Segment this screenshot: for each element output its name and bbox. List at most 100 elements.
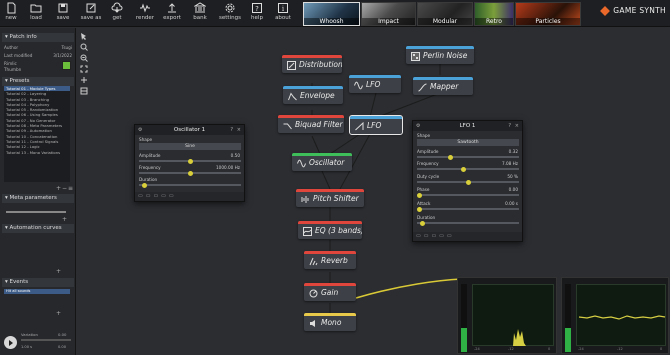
presets-menu-icon[interactable]: ≡ xyxy=(68,185,73,192)
gamesynth-app: new load save save as get render export xyxy=(0,0,670,355)
tab-impact-label: Impact xyxy=(362,18,415,25)
node-lfo-2[interactable]: LFO xyxy=(349,115,403,135)
modified-value: 3/1/2022 xyxy=(53,53,72,58)
node-eq-3-bands[interactable]: EQ (3 bands) xyxy=(298,221,362,239)
tab-retro[interactable]: Retro xyxy=(474,2,514,26)
reverb-icon xyxy=(309,257,318,266)
node-mono[interactable]: Mono xyxy=(304,313,356,331)
lfo-attack-label: Attack xyxy=(417,201,431,206)
help-icon[interactable]: ? xyxy=(230,125,233,135)
node-envelope[interactable]: Envelope xyxy=(283,86,343,104)
osc-duration-knob[interactable] xyxy=(141,182,147,188)
save-as-button[interactable]: save as xyxy=(78,1,104,26)
load-button[interactable]: load xyxy=(25,1,47,26)
tab-modular[interactable]: Modular xyxy=(417,2,473,26)
settings-button[interactable]: settings xyxy=(218,1,242,26)
help-icon[interactable]: ? xyxy=(508,121,511,131)
node-reverb[interactable]: Reverb xyxy=(304,251,356,269)
node-oscillator-label: Oscillator xyxy=(309,158,345,167)
presets-remove-icon[interactable]: − xyxy=(62,185,67,192)
tab-impact[interactable]: Impact xyxy=(361,2,416,26)
add-module-icon[interactable] xyxy=(80,76,88,84)
close-icon[interactable]: × xyxy=(237,125,241,135)
oscilloscope-graph xyxy=(578,315,666,320)
node-lfo-1[interactable]: LFO xyxy=(349,75,401,93)
osc-frequency-knob[interactable] xyxy=(187,170,193,176)
lfo-phase-knob[interactable] xyxy=(417,192,422,198)
about-button[interactable]: i about xyxy=(272,1,294,26)
variation-label: Variation xyxy=(21,332,38,337)
lfo-attack-slider[interactable] xyxy=(417,206,519,212)
osc-duration-label: Duration xyxy=(139,177,158,182)
lfo-frequency-slider[interactable] xyxy=(417,166,519,172)
left-level-meter-fill xyxy=(461,328,467,352)
node-pitch-shifter[interactable]: Pitch Shifter xyxy=(296,189,364,207)
tab-whoosh[interactable]: Whoosh xyxy=(303,2,360,26)
zoom-in-icon[interactable] xyxy=(80,43,88,51)
lfo-panel-titlebar[interactable]: ⚙ LFO 1 ? × xyxy=(413,121,522,131)
help-button[interactable]: ? help xyxy=(246,1,268,26)
osc-duration-slider[interactable] xyxy=(139,182,241,188)
automation-curves-header[interactable]: ▾ Automation curves xyxy=(2,224,74,233)
events-add-icon[interactable]: + xyxy=(56,310,61,317)
lfo-dutycycle-knob[interactable] xyxy=(465,179,471,185)
node-gain[interactable]: Gain xyxy=(304,283,356,301)
export-button[interactable]: export xyxy=(161,1,183,26)
oscillator-panel-titlebar[interactable]: ⚙ Oscillator 1 ? × xyxy=(135,125,244,135)
lfo-dutycycle-slider[interactable] xyxy=(417,179,519,185)
node-distribution[interactable]: Distribution xyxy=(282,55,342,73)
tab-particles[interactable]: Particles xyxy=(515,2,581,26)
lfo-amplitude-slider[interactable] xyxy=(417,154,519,160)
zoom-out-icon[interactable] xyxy=(80,54,88,62)
save-button[interactable]: save xyxy=(52,1,74,26)
osc-shape-dropdown[interactable]: Sine xyxy=(139,143,241,150)
distribution-icon xyxy=(287,61,296,70)
left-panel: ▾ Patch info Author Tsugi Last modified 3/… xyxy=(0,28,76,355)
preset-item[interactable]: Tutorial 13 - Mono Variations xyxy=(4,150,70,155)
osc-frequency-slider[interactable] xyxy=(139,170,241,176)
node-perlin-noise[interactable]: Perlin Noise xyxy=(406,46,474,64)
lfo-shape-dropdown[interactable]: Sawtooth xyxy=(417,139,519,146)
lfo-attack-knob[interactable] xyxy=(417,206,422,212)
layout-icon[interactable] xyxy=(80,87,88,95)
patch-info-header[interactable]: ▾ Patch info xyxy=(2,33,74,42)
lfo-duration-slider[interactable] xyxy=(417,220,519,226)
lfo-amplitude-knob[interactable] xyxy=(448,154,454,160)
get-button-label: get xyxy=(112,15,122,21)
transport: Variation 0.00 1.00 s 0.00 xyxy=(2,327,76,353)
new-button-label: new xyxy=(5,15,17,21)
lfo-frequency-label: Frequency xyxy=(417,161,439,166)
events-header[interactable]: ▾ Events xyxy=(2,278,74,287)
variation-slider[interactable] xyxy=(21,339,71,341)
new-button[interactable]: new xyxy=(0,1,22,26)
pointer-icon[interactable] xyxy=(80,32,88,40)
event-item[interactable]: Hit all sounds xyxy=(4,289,70,294)
lfo-duration-knob[interactable] xyxy=(419,220,425,226)
play-button[interactable] xyxy=(4,336,17,349)
node-biquad-filter[interactable]: Biquad Filter xyxy=(278,115,344,133)
automation-add-icon[interactable]: + xyxy=(56,268,61,275)
osc-amplitude-slider[interactable] xyxy=(139,158,241,164)
meta-parameters-header[interactable]: ▾ Meta parameters xyxy=(2,194,74,203)
get-button[interactable]: get xyxy=(106,1,128,26)
render-button[interactable]: render xyxy=(134,1,156,26)
node-oscillator[interactable]: Oscillator xyxy=(292,153,352,171)
node-mapper[interactable]: Mapper xyxy=(413,77,473,95)
lfo-frequency-knob[interactable] xyxy=(460,166,466,172)
gear-icon[interactable]: ⚙ xyxy=(138,125,142,135)
presets-add-icon[interactable]: + xyxy=(56,185,61,192)
fit-view-icon[interactable] xyxy=(80,65,88,73)
cloud-download-icon xyxy=(111,2,123,13)
meta-add-icon[interactable]: + xyxy=(62,216,67,223)
bank-button[interactable]: bank xyxy=(189,1,211,26)
noise-icon xyxy=(411,52,420,61)
lfo-attack-value: 0.00 s xyxy=(505,201,518,206)
meta-parameter-slider[interactable] xyxy=(6,211,66,213)
thumbnail-image[interactable] xyxy=(62,61,71,70)
presets-header[interactable]: ▾ Presets xyxy=(2,77,74,86)
osc-amplitude-knob[interactable] xyxy=(187,158,193,164)
gear-icon[interactable]: ⚙ xyxy=(416,121,420,131)
close-icon[interactable]: × xyxy=(515,121,519,131)
lfo-phase-slider[interactable] xyxy=(417,192,519,198)
meta-parameters-title: Meta parameters xyxy=(9,195,57,201)
